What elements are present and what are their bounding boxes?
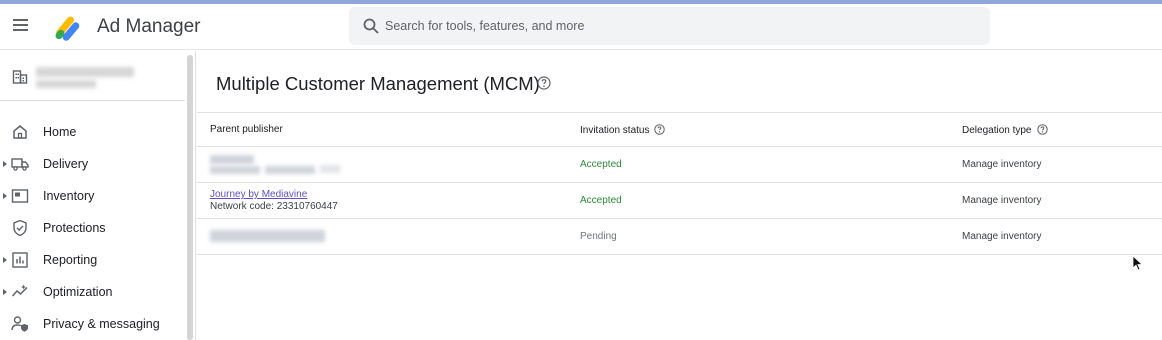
sidebar-item-label: Protections (43, 221, 106, 235)
delegation-type: Manage inventory (962, 146, 1162, 183)
delegation-type: Manage inventory (962, 218, 1162, 255)
building-icon (12, 70, 28, 84)
help-icon[interactable] (537, 76, 551, 90)
search-icon (363, 18, 379, 34)
sidebar-item-reporting[interactable]: Reporting (0, 245, 185, 277)
help-icon[interactable] (654, 123, 666, 135)
delegation-type: Manage inventory (962, 182, 1162, 219)
sidebar-item-label: Inventory (43, 189, 95, 203)
column-header-invitation-status: Invitation status (580, 112, 962, 147)
table-row[interactable]: Journey by Mediavine Network code: 23310… (197, 182, 1162, 219)
ad-manager-logo (55, 16, 80, 41)
sidebar-item-protections[interactable]: Protections (0, 213, 185, 245)
account-name-redacted (36, 64, 136, 90)
sidebar-item-inventory[interactable]: Inventory (0, 181, 185, 213)
invitation-status: Accepted (580, 182, 962, 219)
main-content: Multiple Customer Management (MCM) Paren… (197, 51, 1162, 340)
publisher-name-redacted (210, 152, 350, 178)
parent-publisher-cell (197, 146, 580, 183)
search-bar[interactable] (349, 7, 990, 45)
help-icon[interactable] (1036, 123, 1048, 135)
sidebar-item-label: Delivery (43, 157, 89, 171)
invitation-status: Accepted (580, 146, 962, 183)
search-input[interactable] (385, 7, 975, 45)
home-icon (13, 125, 27, 139)
sidebar-item-privacy-messaging[interactable]: Privacy & messaging (0, 309, 185, 340)
sidebar-item-label: Reporting (43, 253, 98, 267)
app-title: Ad Manager (97, 16, 201, 37)
mcm-table: Parent publisher Invitation status Deleg… (197, 112, 1162, 255)
truck-icon (11, 158, 29, 171)
sidebar-nav: Home Delivery Inventory Protections Repo… (0, 117, 185, 340)
sidebar: Home Delivery Inventory Protections Repo… (0, 51, 196, 340)
expand-arrow-icon[interactable] (3, 257, 7, 263)
mouse-cursor-icon (1132, 255, 1144, 271)
invitation-status: Pending (580, 218, 962, 255)
app-header: Ad Manager (0, 4, 1162, 50)
menu-icon[interactable] (10, 14, 32, 36)
network-code: Network code: 23310760447 (210, 201, 338, 212)
expand-arrow-icon[interactable] (3, 289, 7, 295)
sidebar-item-optimization[interactable]: Optimization (0, 277, 185, 309)
column-header-parent-publisher: Parent publisher (197, 112, 580, 147)
table-header-row: Parent publisher Invitation status Deleg… (197, 112, 1162, 147)
sidebar-item-label: Optimization (43, 285, 113, 299)
sidebar-item-home[interactable]: Home (0, 117, 185, 149)
publisher-link[interactable]: Journey by Mediavine (210, 189, 580, 200)
page-title: Multiple Customer Management (MCM) (216, 73, 540, 94)
expand-arrow-icon[interactable] (3, 161, 7, 167)
sidebar-item-delivery[interactable]: Delivery (0, 149, 185, 181)
privacy-icon (11, 316, 28, 332)
shield-icon (13, 219, 27, 237)
table-row[interactable]: Accepted Manage inventory (197, 146, 1162, 183)
sidebar-scrollbar[interactable] (187, 55, 193, 340)
sidebar-item-label: Home (43, 125, 77, 139)
table-row[interactable]: Pending Manage inventory (197, 218, 1162, 255)
publisher-name-redacted (210, 224, 350, 250)
optimization-icon (11, 284, 28, 297)
column-header-delegation-type: Delegation type (962, 112, 1162, 147)
account-selector[interactable] (0, 51, 185, 101)
expand-arrow-icon[interactable] (3, 193, 7, 199)
reporting-icon (12, 252, 28, 268)
parent-publisher-cell (197, 218, 580, 255)
parent-publisher-cell: Journey by Mediavine Network code: 23310… (197, 182, 580, 219)
inventory-icon (11, 189, 29, 203)
sidebar-item-label: Privacy & messaging (43, 317, 160, 331)
